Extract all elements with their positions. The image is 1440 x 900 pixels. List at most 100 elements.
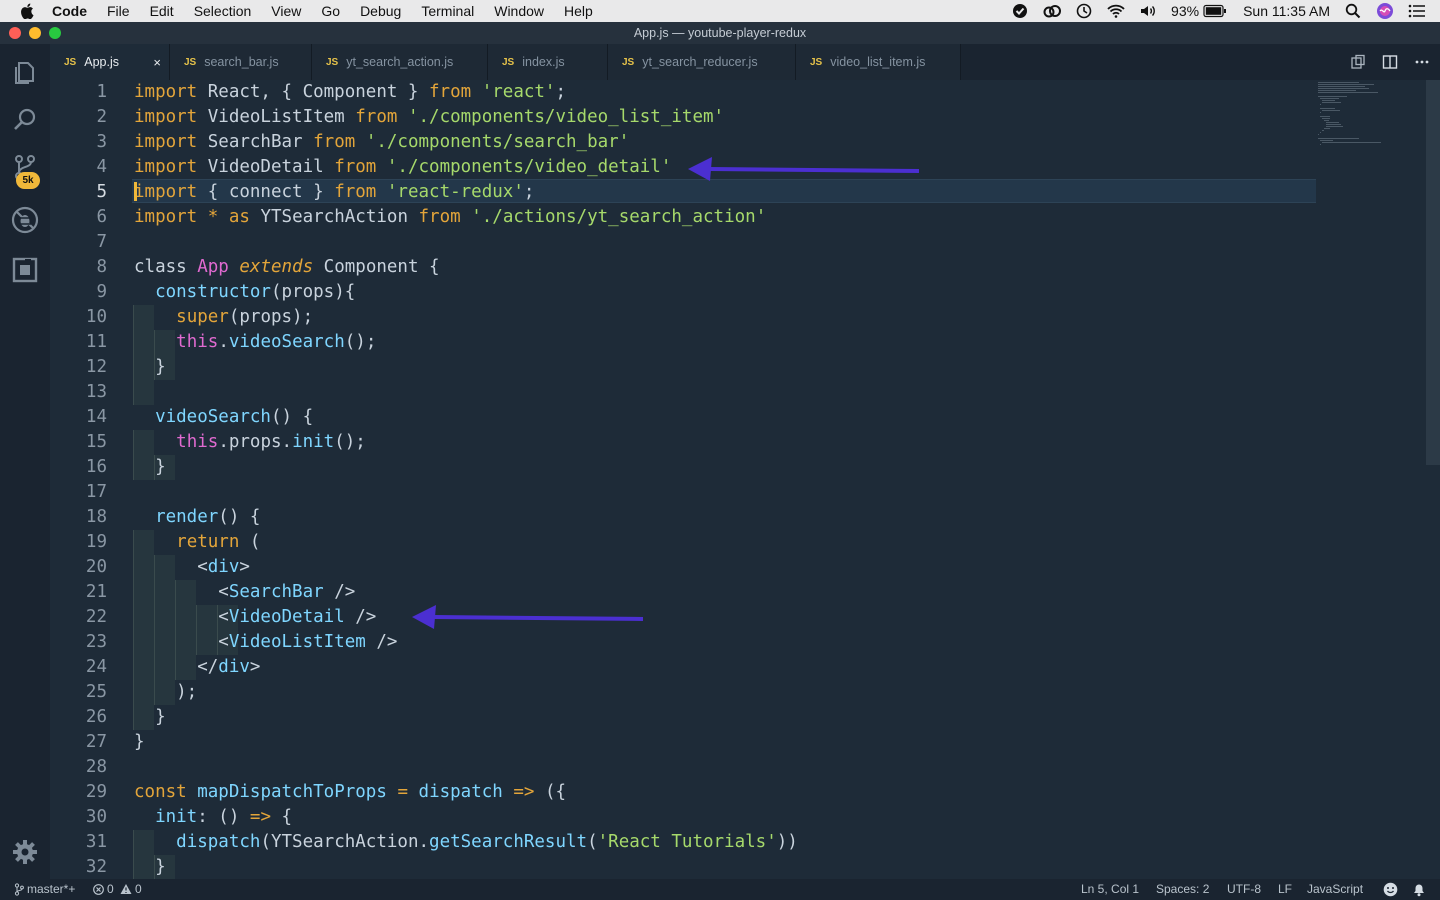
minimap-line [1320,132,1321,133]
open-changes-icon[interactable] [1350,54,1366,70]
tab-index-js[interactable]: JS index.js [488,44,608,80]
tab-yt-search-reducer-js[interactable]: JS yt_search_reducer.js [608,44,796,80]
search-icon[interactable] [11,106,39,134]
minimap-line [1326,126,1343,127]
split-editor-icon[interactable] [1382,54,1398,70]
minimap-line [1318,92,1378,93]
menu-window[interactable]: Window [494,3,544,19]
tab-label: yt_search_reducer.js [642,55,758,69]
notifications-bell-icon[interactable] [1412,882,1426,897]
settings-gear-icon[interactable] [11,838,39,866]
js-file-icon: JS [810,56,823,68]
time-machine-icon[interactable] [1075,3,1093,19]
file-encoding[interactable]: UTF-8 [1227,879,1261,900]
js-file-icon: JS [502,56,515,68]
cursor-position[interactable]: Ln 5, Col 1 [1081,879,1139,900]
check-circle-icon[interactable] [1011,3,1029,19]
minimap[interactable] [1316,80,1426,879]
apple-logo-icon[interactable] [20,3,34,19]
battery-percent: 93% [1171,3,1200,19]
editor-tab-bar: JS App.js × JS search_bar.js JS yt_searc… [50,44,1440,80]
js-file-icon: JS [64,56,77,68]
minimap-line [1318,88,1369,89]
creative-cloud-icon[interactable] [1043,3,1062,19]
menu-edit[interactable]: Edit [150,3,174,19]
end-of-line[interactable]: LF [1278,879,1292,900]
zoom-window-button[interactable] [49,27,61,39]
extensions-icon[interactable] [11,256,39,284]
notification-center-icon[interactable] [1408,3,1426,19]
feedback-smiley-icon[interactable] [1383,882,1398,897]
minimap-line [1318,90,1356,91]
activity-bar: 5k [0,44,50,879]
explorer-icon[interactable] [11,58,39,86]
indentation[interactable]: Spaces: 2 [1156,879,1209,900]
minimap-line [1318,82,1359,83]
minimap-line [1318,138,1359,139]
js-file-icon: JS [622,56,635,68]
tab-video-list-item-js[interactable]: JS video_list_item.js [796,44,961,80]
menu-selection[interactable]: Selection [194,3,252,19]
js-file-icon: JS [184,56,197,68]
minimap-line [1326,124,1341,125]
debug-icon[interactable] [11,206,39,234]
minimap-line [1322,100,1335,101]
warning-count[interactable]: 0 [135,879,142,900]
annotation-arrow-line-4 [688,157,920,181]
annotation-arrows [412,157,920,629]
minimap-line [1318,86,1365,87]
tab-label: video_list_item.js [830,55,926,69]
minimap-line [1326,122,1339,123]
minimap-line [1324,120,1329,121]
minimap-line [1324,128,1330,129]
menu-view[interactable]: View [271,3,301,19]
warning-icon[interactable] [120,883,132,895]
minimap-line [1320,112,1321,113]
minimap-line [1320,140,1333,141]
more-actions-icon[interactable] [1414,54,1430,70]
minimap-line [1320,98,1339,99]
minimize-window-button[interactable] [29,27,41,39]
menu-debug[interactable]: Debug [360,3,401,19]
minimap-line [1322,142,1381,143]
menu-go[interactable]: Go [321,3,340,19]
window-title: App.js — youtube-player-redux [633,26,807,40]
tab-search-bar-js[interactable]: JS search_bar.js [170,44,312,80]
tab-label: App.js [84,55,119,69]
code-editor[interactable]: 1 import React, { Component } from 'react… [50,80,1440,879]
close-window-button[interactable] [9,27,21,39]
minimap-line [1320,144,1321,145]
menu-code[interactable]: Code [52,3,87,19]
wifi-icon[interactable] [1107,3,1125,19]
siri-icon[interactable] [1376,2,1394,20]
tab-label: search_bar.js [204,55,279,69]
tab-label: index.js [522,55,565,69]
tab-yt-search-action-js[interactable]: JS yt_search_action.js [312,44,488,80]
minimap-line [1322,118,1330,119]
error-count[interactable]: 0 [107,879,114,900]
language-mode[interactable]: JavaScript [1307,879,1363,900]
git-branch-icon[interactable] [14,883,24,896]
menu-terminal[interactable]: Terminal [421,3,474,19]
close-tab-icon[interactable]: × [153,55,161,70]
spotlight-search-icon[interactable] [1344,3,1362,19]
volume-icon[interactable] [1139,3,1157,19]
minimap-line [1322,110,1340,111]
menu-help[interactable]: Help [564,3,593,19]
vertical-scrollbar[interactable] [1426,80,1440,465]
minimap-line [1320,104,1321,105]
error-icon[interactable] [93,884,104,895]
minimap-line [1320,116,1330,117]
minimap-line [1318,134,1319,135]
status-bar: master*+ 0 0 Ln 5, Col 1 Spaces: 2 UTF-8… [0,879,1440,900]
minimap-line [1322,130,1324,131]
macos-menu-bar: Code File Edit Selection View Go Debug T… [0,0,1440,22]
minimap-line [1322,102,1341,103]
battery-icon[interactable] [1203,3,1227,19]
tab-app-js[interactable]: JS App.js × [50,44,170,80]
menu-file[interactable]: File [107,3,130,19]
git-branch[interactable]: master*+ [27,879,75,900]
window-title-bar: App.js — youtube-player-redux [0,22,1440,44]
menu-clock[interactable]: Sun 11:35 AM [1243,3,1330,19]
scm-badge: 5k [16,172,40,189]
